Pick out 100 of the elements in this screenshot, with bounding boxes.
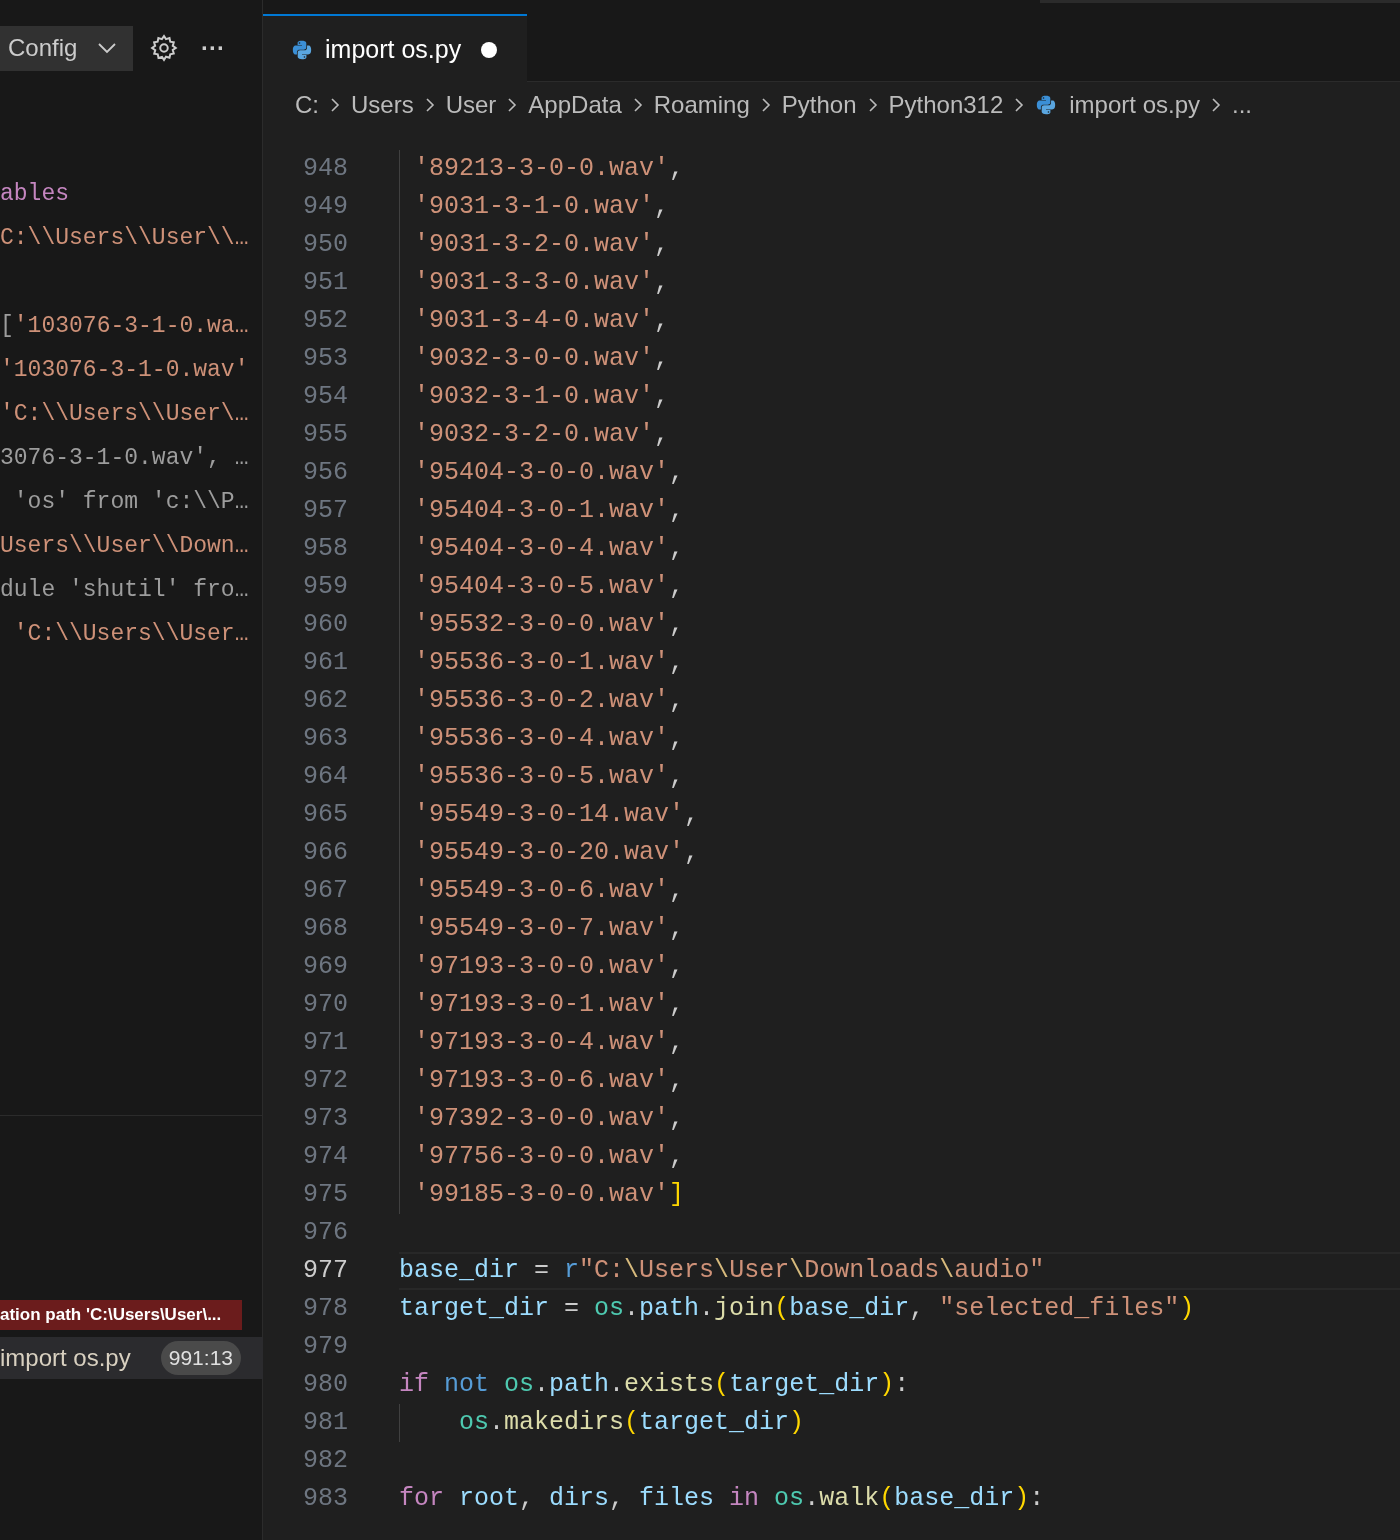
line-number: 968 xyxy=(302,913,348,946)
chevron-right-icon xyxy=(1013,96,1026,114)
code-line: '89213-3-0-0.wav', xyxy=(413,153,685,186)
code-line: '95404-3-0-1.wav', xyxy=(413,495,685,528)
code-line: '97193-3-0-1.wav', xyxy=(413,989,685,1022)
breadcrumb-folder[interactable]: AppData xyxy=(528,87,622,123)
line-number: 979 xyxy=(302,1331,348,1364)
line-number: 951 xyxy=(302,267,348,300)
line-number: 960 xyxy=(302,609,348,642)
chevron-right-icon xyxy=(866,96,879,114)
code-line: '9031-3-4-0.wav', xyxy=(413,305,670,338)
chevron-right-icon xyxy=(329,96,341,114)
line-number: 977 xyxy=(302,1255,348,1288)
code-line: '95549-3-0-7.wav', xyxy=(413,913,685,946)
code-line: '97193-3-0-6.wav', xyxy=(413,1065,685,1098)
code-line: '9031-3-2-0.wav', xyxy=(413,229,670,262)
line-number: 982 xyxy=(302,1445,348,1478)
breadcrumb-folder[interactable]: Python312 xyxy=(888,87,1004,123)
chevron-right-icon xyxy=(1210,96,1222,114)
code-line: base_dir = r"C:\Users\User\Downloads\audio" xyxy=(399,1255,1045,1288)
code-line: '97193-3-0-0.wav', xyxy=(413,951,685,984)
config-dropdown[interactable]: Config xyxy=(0,25,133,71)
code-line: '95549-3-0-20.wav', xyxy=(413,837,700,870)
variable-value: ables xyxy=(0,179,70,209)
python-file-icon xyxy=(1035,94,1058,116)
code-line: '9032-3-1-0.wav', xyxy=(413,381,670,414)
line-number: 956 xyxy=(302,457,348,490)
chevron-right-icon xyxy=(423,96,436,114)
breadcrumb-folder[interactable]: Users xyxy=(351,87,414,123)
python-file-icon xyxy=(291,38,313,61)
line-number: 974 xyxy=(302,1141,348,1174)
line-number: 966 xyxy=(302,837,348,870)
breadcrumb-folder[interactable]: Python xyxy=(781,87,857,123)
line-number: 963 xyxy=(302,723,348,756)
code-line: '95536-3-0-1.wav', xyxy=(413,647,685,680)
code-line: '95404-3-0-0.wav', xyxy=(413,457,685,490)
breadcrumb-folder[interactable]: User xyxy=(445,87,497,123)
line-number: 971 xyxy=(302,1027,348,1060)
code-line: '95549-3-0-14.wav', xyxy=(413,799,700,832)
variable-value: C:\\Users\\User\\… xyxy=(0,223,250,253)
chevron-right-icon xyxy=(506,96,519,114)
code-line: '95549-3-0-6.wav', xyxy=(413,875,685,908)
breadcrumb-more[interactable]: ... xyxy=(1232,87,1252,123)
line-number: 954 xyxy=(302,381,348,414)
code-line: for root, dirs, files in os.walk(base_dir): xyxy=(399,1483,1045,1516)
code-line: '95404-3-0-4.wav', xyxy=(413,533,685,566)
line-number: 981 xyxy=(302,1407,348,1440)
code-line: '9031-3-1-0.wav', xyxy=(413,191,670,224)
code-line: '95536-3-0-5.wav', xyxy=(413,761,685,794)
variable-value: Users\\User\\Down… xyxy=(0,531,250,561)
code-line: '95532-3-0-0.wav', xyxy=(413,609,685,642)
chevron-right-icon xyxy=(759,96,772,114)
more-actions-button[interactable]: ··· xyxy=(201,30,225,66)
line-number: 975 xyxy=(302,1179,348,1212)
line-number: 953 xyxy=(302,343,348,376)
frame-file-name: import os.py xyxy=(0,1343,131,1373)
code-line: '95536-3-0-4.wav', xyxy=(413,723,685,756)
code-line: '99185-3-0-0.wav'] xyxy=(413,1179,685,1212)
variable-value: dule 'shutil' fro… xyxy=(0,575,250,605)
variable-value: ['103076-3-1-0.wa… xyxy=(0,311,250,341)
call-stack-frame[interactable]: import os.py 991:13 xyxy=(0,1337,263,1379)
code-line: '97392-3-0-0.wav', xyxy=(413,1103,685,1136)
line-number: 961 xyxy=(302,647,348,680)
line-number: 949 xyxy=(302,191,348,224)
variable-value: 'C:\\Users\\User… xyxy=(12,619,250,649)
line-number: 983 xyxy=(302,1483,348,1516)
line-number: 948 xyxy=(302,153,348,186)
line-number: 970 xyxy=(302,989,348,1022)
breadcrumb-folder[interactable]: C: xyxy=(295,87,319,123)
code-line: target_dir = os.path.join(base_dir, "selected_files") xyxy=(399,1293,1195,1326)
breadcrumb-file[interactable]: import os.py xyxy=(1035,87,1200,123)
line-number: 959 xyxy=(302,571,348,604)
variable-value: 3076-3-1-0.wav', … xyxy=(0,443,250,473)
variable-value: '103076-3-1-0.wav' xyxy=(0,355,250,385)
code-line: '9031-3-3-0.wav', xyxy=(413,267,670,300)
line-number: 964 xyxy=(302,761,348,794)
line-number: 962 xyxy=(302,685,348,718)
line-number: 952 xyxy=(302,305,348,338)
line-number: 950 xyxy=(302,229,348,262)
code-line: '97756-3-0-0.wav', xyxy=(413,1141,685,1174)
code-line: os.makedirs(target_dir) xyxy=(458,1407,805,1440)
chevron-right-icon xyxy=(631,96,644,114)
breadcrumb-folder[interactable]: Roaming xyxy=(653,87,750,123)
error-banner: ation path 'C:\Users\User\... xyxy=(0,1300,242,1330)
code-line: '95404-3-0-5.wav', xyxy=(413,571,685,604)
line-number: 957 xyxy=(302,495,348,528)
code-line: '9032-3-0-0.wav', xyxy=(413,343,670,376)
line-number: 980 xyxy=(302,1369,348,1402)
line-number: 969 xyxy=(302,951,348,984)
line-number: 958 xyxy=(302,533,348,566)
code-line: '97193-3-0-4.wav', xyxy=(413,1027,685,1060)
line-number: 965 xyxy=(302,799,348,832)
settings-icon[interactable] xyxy=(149,33,179,63)
editor-tab[interactable]: import os.py xyxy=(263,14,527,83)
code-line: '9032-3-2-0.wav', xyxy=(413,419,670,452)
line-number: 973 xyxy=(302,1103,348,1136)
line-number: 955 xyxy=(302,419,348,452)
line-number: 967 xyxy=(302,875,348,908)
variable-value: 'C:\\Users\\User\… xyxy=(0,399,250,429)
line-number: 976 xyxy=(302,1217,348,1250)
